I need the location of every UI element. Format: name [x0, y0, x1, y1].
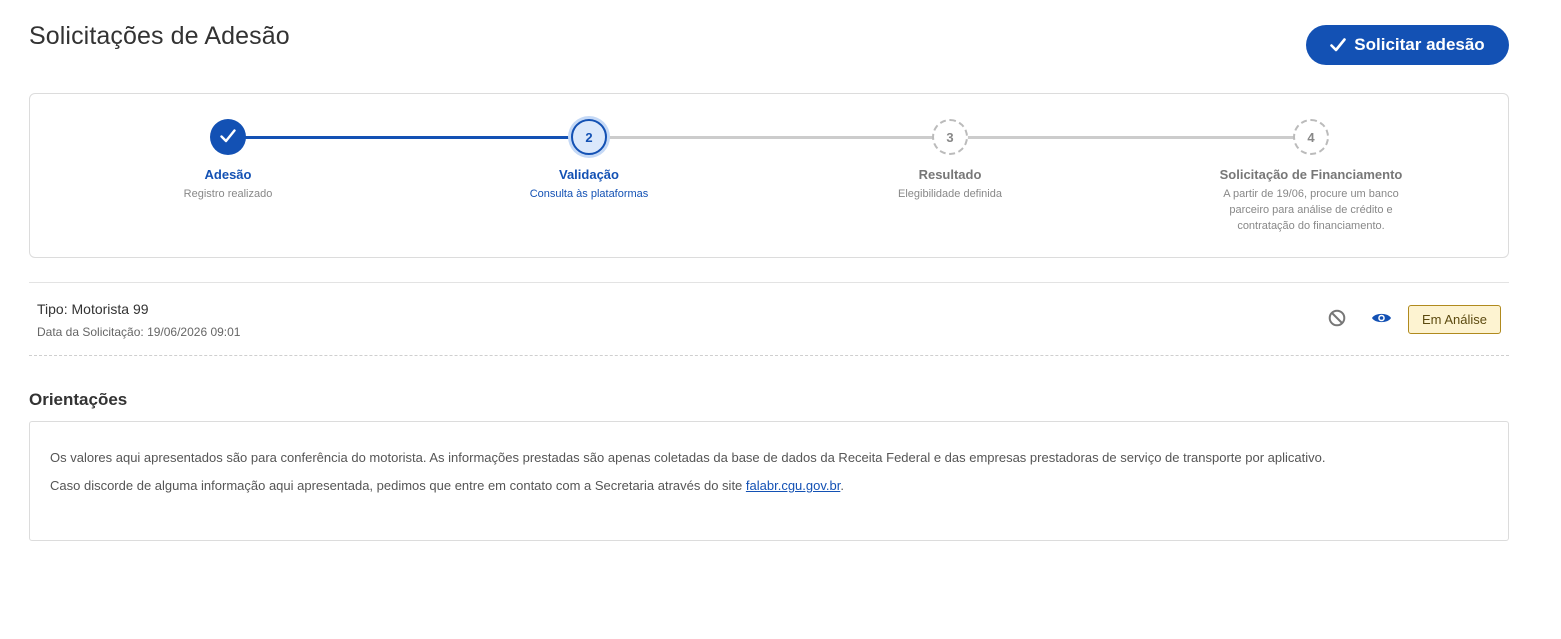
- solicitar-adesao-label: Solicitar adesão: [1354, 35, 1485, 54]
- view-icon: [1371, 311, 1392, 330]
- step-3-indicator: 3: [932, 119, 968, 155]
- step-2-label: Validação: [559, 167, 619, 182]
- dashed-divider: [29, 355, 1509, 356]
- step-2-indicator: 2: [571, 119, 607, 155]
- progress-stepper: 2 3 4 Adesão Registro realizado Validaçã…: [29, 93, 1509, 258]
- stepper-track-completed: [228, 136, 589, 139]
- check-icon: [1330, 38, 1347, 52]
- step-2: Validação Consulta às plataformas: [469, 167, 709, 202]
- step-3-description: Elegibilidade definida: [898, 188, 1002, 200]
- guidelines-line-2-text: Caso discorde de alguma informação aqui …: [50, 478, 746, 493]
- status-badge: Em Análise: [1408, 305, 1501, 334]
- solicitar-adesao-button[interactable]: Solicitar adesão: [1306, 25, 1509, 65]
- step-3-label: Resultado: [918, 167, 982, 182]
- step-4-indicator: 4: [1293, 119, 1329, 155]
- divider: [29, 282, 1509, 283]
- guidelines-line-2: Caso discorde de alguma informação aqui …: [50, 472, 1488, 500]
- page-title: Solicitações de Adesão: [29, 22, 290, 50]
- step-1-label: Adesão: [204, 167, 252, 182]
- cancel-icon: [1328, 309, 1346, 332]
- request-type: Tipo: Motorista 99: [37, 301, 149, 317]
- cancel-request-button[interactable]: [1326, 309, 1348, 331]
- step-4-description: A partir de 19/06, procure um banco parc…: [1223, 188, 1399, 232]
- step-4-label: Solicitação de Financiamento: [1219, 167, 1403, 182]
- check-icon: [220, 128, 236, 146]
- guidelines-line-2-end: .: [840, 478, 844, 493]
- step-2-description: Consulta às plataformas: [529, 188, 649, 200]
- step-4: Solicitação de Financiamento A partir de…: [1206, 167, 1416, 234]
- guidelines-line-1: Os valores aqui apresentados são para co…: [50, 450, 1326, 465]
- view-request-button[interactable]: [1370, 309, 1392, 331]
- step-3: Resultado Elegibilidade definida: [830, 167, 1070, 202]
- guidelines-card: Os valores aqui apresentados são para co…: [29, 421, 1509, 541]
- step-1-indicator: [210, 119, 246, 155]
- step-1-description: Registro realizado: [183, 188, 273, 200]
- request-date: Data da Solicitação: 19/06/2026 09:01: [37, 325, 241, 339]
- falabr-link[interactable]: falabr.cgu.gov.br: [746, 478, 840, 493]
- step-1: Adesão Registro realizado: [108, 167, 348, 202]
- guidelines-title: Orientações: [29, 390, 128, 409]
